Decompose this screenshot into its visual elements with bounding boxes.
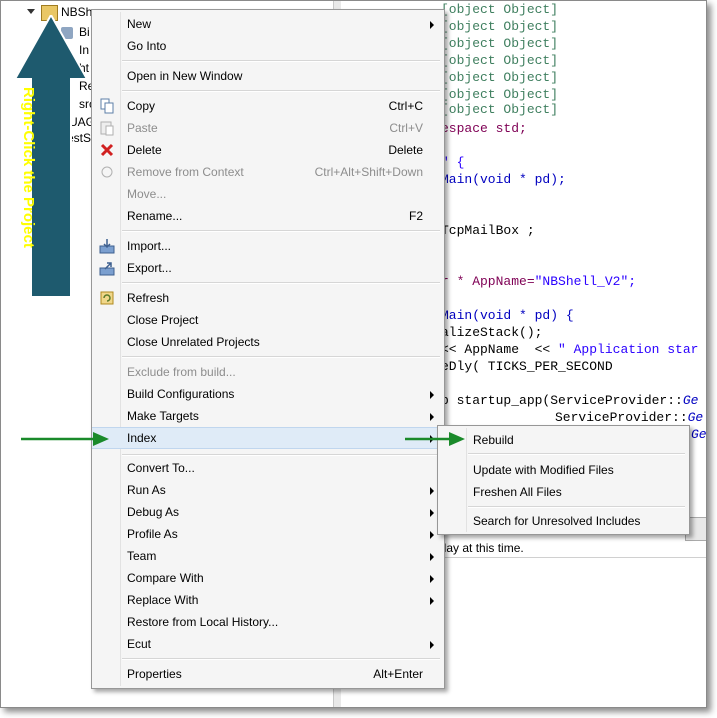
refresh-icon	[99, 290, 115, 306]
menu-item-replace-with[interactable]: Replace With	[92, 589, 444, 611]
submenu-arrow-icon	[430, 509, 434, 517]
menu-item-profile-as[interactable]: Profile As	[92, 523, 444, 545]
menu-separator	[122, 454, 440, 456]
code-token: Ge	[682, 393, 699, 408]
code-line: ServiceProvider::Ge	[555, 409, 703, 426]
menu-item-open-in-new-window[interactable]: Open in New Window	[92, 65, 444, 87]
menu-item-ecut[interactable]: Ecut	[92, 633, 444, 655]
code-line: Main(void * pd) {	[441, 308, 574, 323]
menu-item-run-as[interactable]: Run As	[92, 479, 444, 501]
green-arrow-icon	[405, 432, 465, 446]
code-token: ServiceProvider::	[555, 410, 688, 425]
menu-separator	[122, 230, 440, 232]
menu-item-import[interactable]: Import...	[92, 235, 444, 257]
code-token: p startup_app(ServiceProvider::	[441, 393, 683, 408]
menu-item-go-into[interactable]: Go Into	[92, 35, 444, 57]
menu-separator	[122, 356, 440, 358]
menu-item-update-with-modified-files[interactable]: Update with Modified Files	[438, 459, 689, 481]
code-line: [object Object]	[441, 53, 559, 68]
code-line: Ge	[691, 427, 707, 442]
menu-item-close-unrelated-projects[interactable]: Close Unrelated Projects	[92, 331, 444, 353]
menu-separator	[468, 453, 685, 455]
submenu-arrow-icon	[430, 641, 434, 649]
code-line: [object Object]	[441, 36, 559, 51]
menu-item-remove-from-context[interactable]: Remove from Context Ctrl+Alt+Shift+Down	[92, 161, 444, 183]
menu-item-paste[interactable]: Paste Ctrl+V	[92, 117, 444, 139]
menu-item-delete[interactable]: Delete Delete	[92, 139, 444, 161]
submenu-arrow-icon	[430, 413, 434, 421]
menu-item-compare-with[interactable]: Compare With	[92, 567, 444, 589]
menu-separator	[122, 282, 440, 284]
submenu-arrow-icon	[430, 597, 434, 605]
menu-item-export[interactable]: Export...	[92, 257, 444, 279]
menu-item-team[interactable]: Team	[92, 545, 444, 567]
ide-window: NBSh Bi In ht Re src UAG estSt [object O…	[0, 0, 707, 708]
menu-item-build-configurations[interactable]: Build Configurations	[92, 383, 444, 405]
submenu-arrow-icon	[430, 487, 434, 495]
code-token: Ge	[687, 410, 704, 425]
export-icon	[99, 260, 115, 276]
menu-item-close-project[interactable]: Close Project	[92, 309, 444, 331]
code-line: alizeStack();	[441, 325, 543, 340]
submenu-arrow-icon	[430, 575, 434, 583]
code-line: eDly( TICKS_PER_SECOND	[441, 359, 613, 374]
code-token: r * AppName=	[441, 274, 535, 289]
code-line: [object Object]	[441, 102, 559, 117]
menu-separator	[468, 506, 685, 508]
menu-item-rebuild[interactable]: Rebuild	[438, 429, 689, 451]
import-icon	[99, 238, 115, 254]
code-token: " Application star	[558, 342, 699, 357]
menu-item-exclude-from-build[interactable]: Exclude from build...	[92, 361, 444, 383]
index-submenu: Rebuild Update with Modified Files Fresh…	[437, 425, 690, 535]
menu-item-rename[interactable]: Rename... F2	[92, 205, 444, 227]
menu-separator	[122, 658, 440, 660]
code-line: Main(void * pd);	[441, 172, 566, 187]
code-line: r * AppName="NBShell_V2";	[441, 273, 636, 290]
menu-item-move[interactable]: Move...	[92, 183, 444, 205]
code-token: "NBShell_V2";	[534, 274, 637, 289]
menu-item-convert-to[interactable]: Convert To...	[92, 457, 444, 479]
menu-item-search-for-unresolved-includes[interactable]: Search for Unresolved Includes	[438, 510, 689, 532]
menu-item-debug-as[interactable]: Debug As	[92, 501, 444, 523]
menu-item-index[interactable]: Index	[92, 427, 444, 449]
console-message: play at this time.	[437, 541, 524, 555]
paste-icon	[99, 120, 115, 136]
menu-item-restore-from-local-history[interactable]: Restore from Local History...	[92, 611, 444, 633]
callout-label: Right-Click the Project	[20, 87, 37, 248]
code-line: [object Object]	[441, 70, 559, 85]
menu-item-refresh[interactable]: Refresh	[92, 287, 444, 309]
menu-item-make-targets[interactable]: Make Targets	[92, 405, 444, 427]
code-line: [object Object]	[441, 19, 559, 34]
code-line: p startup_app(ServiceProvider::Ge	[441, 392, 698, 409]
submenu-arrow-icon	[430, 21, 434, 29]
menu-item-copy[interactable]: Copy Ctrl+C	[92, 95, 444, 117]
menu-separator	[122, 60, 440, 62]
delete-icon	[99, 142, 115, 158]
menu-item-properties[interactable]: Properties Alt+Enter	[92, 663, 444, 685]
submenu-arrow-icon	[430, 553, 434, 561]
code-token: << AppName <<	[441, 342, 551, 357]
code-line: espace std;	[441, 121, 527, 136]
menu-item-new[interactable]: New	[92, 13, 444, 35]
menu-separator	[122, 90, 440, 92]
expand-arrow-icon[interactable]	[27, 9, 35, 14]
code-line: TcpMailBox ;	[441, 223, 535, 238]
context-menu: New Go Into Open in New Window Copy Ctrl+…	[91, 9, 445, 689]
code-line: << AppName << " Application star	[441, 341, 698, 358]
green-arrow-icon	[21, 432, 109, 446]
submenu-arrow-icon	[430, 391, 434, 399]
menu-item-freshen-all-files[interactable]: Freshen All Files	[438, 481, 689, 503]
remove-context-icon	[99, 164, 115, 180]
copy-icon	[99, 98, 115, 114]
code-line: [object Object]	[441, 2, 559, 17]
submenu-arrow-icon	[430, 531, 434, 539]
